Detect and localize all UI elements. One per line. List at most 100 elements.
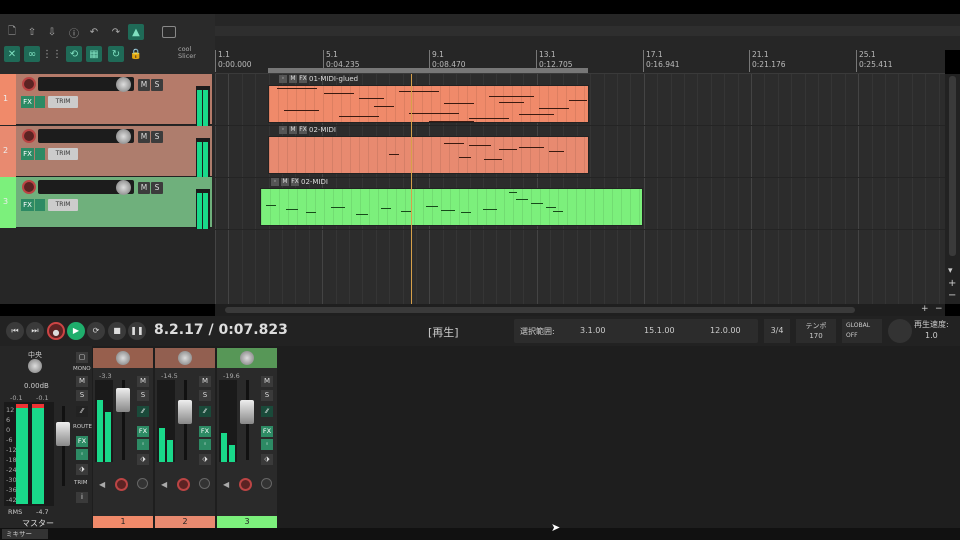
mute-button[interactable]: M: [199, 376, 211, 387]
item-mute-button[interactable]: M: [289, 75, 297, 83]
solo-button[interactable]: S: [151, 79, 163, 91]
fx-button[interactable]: FX: [21, 96, 34, 108]
pan-knob[interactable]: [240, 351, 254, 365]
item-mute-button[interactable]: M: [281, 178, 289, 186]
mute-button[interactable]: M: [137, 376, 149, 387]
link-icon[interactable]: ∞: [24, 46, 40, 62]
zoom-in-h-icon[interactable]: +: [921, 304, 929, 314]
tempo-box[interactable]: テンポ 170: [796, 319, 836, 343]
fx-bypass-icon[interactable]: [35, 147, 45, 160]
track-3[interactable]: 3 M S FX TRIM: [0, 177, 212, 228]
vertical-scrollbar[interactable]: ▾ + −: [945, 74, 960, 304]
record-arm-icon[interactable]: [239, 478, 252, 491]
volume-knob[interactable]: [116, 180, 131, 195]
fx-bypass-icon[interactable]: [35, 199, 45, 211]
mixer-tab[interactable]: ミキサー: [2, 529, 48, 539]
master-menu-icon[interactable]: ▢: [76, 352, 88, 363]
horizontal-scroll-thumb[interactable]: [225, 307, 855, 313]
master-fader-cap[interactable]: [56, 422, 70, 446]
save-up-icon[interactable]: ⇧: [24, 24, 40, 40]
pan-knob[interactable]: [178, 351, 192, 365]
volume-fader-cap[interactable]: [240, 400, 254, 424]
phase-icon[interactable]: ⁄⁄: [199, 406, 211, 417]
input-monitor-icon[interactable]: [199, 478, 210, 489]
master-env-icon[interactable]: ⬗: [76, 464, 88, 475]
save-down-icon[interactable]: ⇩: [44, 24, 60, 40]
new-project-icon[interactable]: 🗋: [4, 24, 20, 40]
envelope-icon[interactable]: ⬗: [261, 454, 273, 465]
strip-number[interactable]: 3: [217, 516, 277, 528]
master-fx-button[interactable]: FX: [76, 436, 88, 447]
item-lock-icon[interactable]: ◦: [271, 178, 279, 186]
fx-button[interactable]: FX: [137, 426, 149, 437]
midi-item-1[interactable]: ◦ M FX 01-MIDI-glued: [268, 75, 589, 123]
loop-selection-bar[interactable]: [268, 68, 588, 73]
play-icon[interactable]: ▶: [67, 322, 85, 340]
fx-button[interactable]: FX: [199, 426, 211, 437]
cool-slicer-button[interactable]: cool Slicer: [160, 46, 210, 62]
item-fx-button[interactable]: FX: [291, 178, 299, 186]
selection-end[interactable]: 15.1.00: [644, 326, 675, 335]
speaker-icon[interactable]: ◀: [99, 480, 105, 489]
record-arm-icon[interactable]: [177, 478, 190, 491]
arrange-view[interactable]: ◦ M FX 01-MIDI-glued ◦ M FX 02-MIDI ◦ M FX 02-MIDI: [215, 74, 945, 304]
master-mute-button[interactable]: M: [76, 376, 88, 387]
midi-item-3[interactable]: ◦ M FX 02-MIDI: [260, 178, 643, 226]
horizontal-scrollbar[interactable]: + −: [215, 304, 945, 316]
mono-label[interactable]: MONO: [73, 366, 91, 372]
rate-knob[interactable]: [888, 319, 912, 343]
mute-button[interactable]: M: [261, 376, 273, 387]
pause-icon[interactable]: ❚❚: [128, 322, 146, 340]
record-arm-icon[interactable]: [22, 128, 36, 143]
mute-button[interactable]: M: [138, 130, 150, 143]
fx-bypass-icon[interactable]: ◦: [199, 439, 211, 450]
master-solo-button[interactable]: S: [76, 390, 88, 401]
info-icon[interactable]: ⓘ: [66, 24, 82, 40]
trim-button[interactable]: TRIM: [48, 96, 78, 108]
volume-knob[interactable]: [116, 128, 131, 144]
track-2[interactable]: 2 M S FX TRIM: [0, 125, 212, 177]
selection-length[interactable]: 12.0.00: [710, 326, 741, 335]
metronome-icon[interactable]: ▲: [128, 24, 144, 40]
fx-bypass-icon[interactable]: [35, 96, 45, 108]
speaker-icon[interactable]: ◀: [161, 480, 167, 489]
trim-label[interactable]: TRIM: [74, 480, 88, 486]
track-1[interactable]: 1 M S FX TRIM: [0, 74, 212, 125]
volume-fader-cap[interactable]: [116, 388, 130, 412]
master-fader-track[interactable]: [62, 406, 65, 486]
selection-panel[interactable]: 選択範囲: 3.1.00 15.1.00 12.0.00: [514, 319, 758, 343]
trim-button[interactable]: TRIM: [48, 147, 78, 160]
record-arm-icon[interactable]: [115, 478, 128, 491]
redo-icon[interactable]: ↷: [108, 24, 124, 40]
midi-item-2[interactable]: ◦ M FX 02-MIDI: [268, 126, 589, 174]
undo-icon[interactable]: ↶: [86, 24, 102, 40]
zoom-out-v-icon[interactable]: −: [948, 290, 956, 301]
phase-icon[interactable]: ⁄⁄: [137, 406, 149, 417]
record-arm-icon[interactable]: [22, 77, 36, 91]
item-fx-button[interactable]: FX: [299, 126, 307, 134]
envelope-icon[interactable]: ⬗: [137, 454, 149, 465]
phase-icon[interactable]: ⁄⁄: [261, 406, 273, 417]
master-fx-bypass-icon[interactable]: ◦: [76, 449, 88, 460]
pan-knob[interactable]: [116, 351, 130, 365]
go-end-icon[interactable]: ⏭: [26, 322, 44, 340]
mute-button[interactable]: M: [138, 182, 150, 194]
snap-icon[interactable]: ✕: [4, 46, 20, 62]
speaker-icon[interactable]: ◀: [223, 480, 229, 489]
solo-button[interactable]: S: [151, 130, 163, 143]
record-icon[interactable]: ●: [47, 322, 65, 340]
item-mute-button[interactable]: M: [289, 126, 297, 134]
trim-button[interactable]: TRIM: [48, 199, 78, 211]
record-arm-icon[interactable]: [22, 180, 36, 194]
solo-button[interactable]: S: [261, 390, 273, 401]
scroll-down-icon[interactable]: ▾: [948, 266, 953, 276]
volume-knob[interactable]: [116, 77, 131, 92]
solo-button[interactable]: S: [137, 390, 149, 401]
lock-icon[interactable]: 🔒: [128, 46, 144, 62]
repeat-icon[interactable]: ↻: [108, 46, 124, 62]
fx-button[interactable]: FX: [261, 426, 273, 437]
loop-icon[interactable]: ⟲: [66, 46, 82, 62]
zoom-out-h-icon[interactable]: −: [935, 304, 943, 314]
selection-start[interactable]: 3.1.00: [580, 326, 605, 335]
item-lock-icon[interactable]: ◦: [279, 75, 287, 83]
